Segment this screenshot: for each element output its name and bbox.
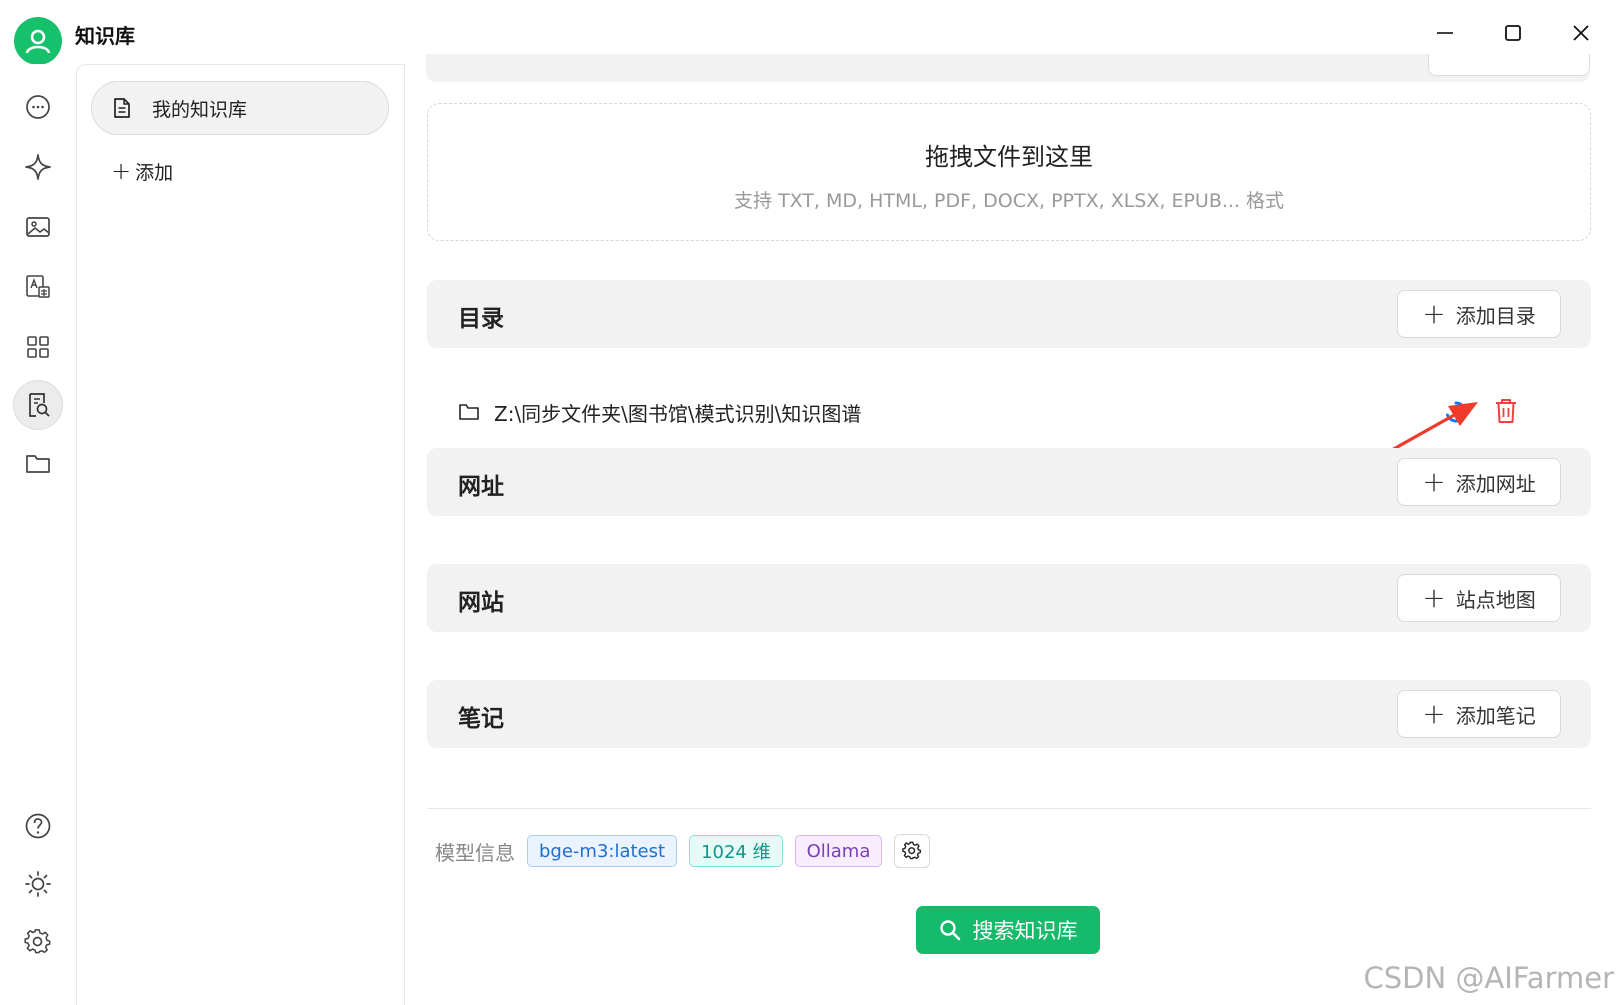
add-directory-button[interactable]: + 添加目录 (1397, 290, 1561, 338)
sparkle-icon (25, 154, 51, 180)
nav-knowledge-base[interactable] (13, 380, 63, 430)
folder-icon (26, 455, 50, 473)
plus-icon: + (1422, 581, 1446, 614)
notes-section-header: 笔记 + 添加笔记 (427, 680, 1591, 748)
plus-icon: + (1422, 465, 1446, 498)
model-info-row: 模型信息 bge-m3:latest 1024 维 Ollama (435, 834, 931, 868)
sitemap-label: 站点地图 (1455, 587, 1536, 612)
delete-directory-icon[interactable] (1494, 397, 1518, 425)
nav-files[interactable] (13, 438, 63, 488)
nav-theme[interactable] (13, 859, 63, 909)
file-dropzone[interactable]: 拖拽文件到这里 支持 TXT, MD, HTML, PDF, DOCX, PPT… (427, 103, 1591, 241)
nav-images[interactable] (13, 202, 63, 252)
help-icon (25, 813, 51, 839)
nav-rail (0, 64, 76, 1005)
nav-translate[interactable] (13, 262, 63, 312)
gear-icon (24, 929, 51, 954)
maximize-icon (1505, 25, 1521, 41)
image-icon (26, 217, 50, 237)
maximize-button[interactable] (1490, 14, 1536, 52)
notes-section-title: 笔记 (458, 706, 504, 732)
knowledge-content: 拖拽文件到这里 支持 TXT, MD, HTML, PDF, DOCX, PPT… (406, 54, 1620, 1005)
add-url-button[interactable]: + 添加网址 (1397, 458, 1561, 506)
document-icon (114, 98, 130, 118)
plus-icon: + (1422, 697, 1446, 730)
provider-tag: Ollama (794, 835, 883, 867)
directory-path: Z:\同步文件夹\图书馆\模式识别\知识图谱 (494, 401, 862, 426)
search-knowledge-button[interactable]: 搜索知识库 (916, 906, 1100, 954)
plus-icon: + (111, 157, 132, 185)
nav-chat[interactable] (13, 82, 63, 132)
model-info-label: 模型信息 (435, 840, 515, 865)
sitemap-button[interactable]: + 站点地图 (1397, 574, 1561, 622)
chat-bubble-icon (26, 95, 50, 119)
nav-settings[interactable] (13, 917, 63, 967)
folder-icon (459, 404, 479, 420)
knowledge-item-label: 我的知识库 (152, 98, 248, 121)
url-section-header: 网址 + 添加网址 (427, 448, 1591, 516)
scrolled-section-bottom (426, 54, 1590, 82)
dropzone-hint: 支持 TXT, MD, HTML, PDF, DOCX, PPTX, XLSX,… (733, 190, 1285, 212)
user-avatar-icon[interactable] (14, 17, 62, 65)
add-knowledge-label: 添加 (135, 161, 174, 184)
knowledge-item[interactable]: 我的知识库 (91, 81, 389, 135)
nav-apps[interactable] (13, 322, 63, 372)
plus-icon: + (1422, 297, 1446, 330)
search-knowledge-label: 搜索知识库 (972, 919, 1078, 943)
watermark: CSDN @AIFarmer (1363, 961, 1614, 995)
website-section-title: 网站 (458, 590, 504, 616)
model-settings-button[interactable] (894, 834, 931, 868)
window-title: 知识库 (75, 24, 135, 48)
add-note-label: 添加笔记 (1455, 703, 1536, 728)
url-section-title: 网址 (458, 474, 504, 500)
translate-icon (26, 275, 50, 298)
add-knowledge-button[interactable]: + 添加 (111, 157, 173, 185)
directory-section-title: 目录 (458, 306, 504, 332)
add-url-label: 添加网址 (1455, 471, 1536, 496)
nav-assistant[interactable] (13, 142, 63, 192)
directory-section-header: 目录 + 添加目录 (427, 280, 1591, 348)
website-section-header: 网站 + 站点地图 (427, 564, 1591, 632)
minimize-button[interactable] (1422, 14, 1468, 52)
nav-help[interactable] (13, 801, 63, 851)
search-icon (939, 920, 960, 941)
sun-icon (25, 871, 51, 897)
grid-icon (27, 336, 49, 358)
model-name-tag: bge-m3:latest (527, 835, 678, 867)
knowledge-search-icon (29, 393, 50, 417)
dimension-tag: 1024 维 (689, 835, 783, 867)
knowledge-list-panel: 我的知识库 + 添加 (76, 64, 405, 1005)
add-note-button[interactable]: + 添加笔记 (1397, 690, 1561, 738)
dropzone-title: 拖拽文件到这里 (925, 143, 1093, 171)
minimize-icon (1437, 32, 1453, 34)
add-directory-label: 添加目录 (1455, 303, 1536, 328)
close-button[interactable] (1558, 14, 1604, 52)
scrolled-section-button[interactable] (1428, 54, 1590, 76)
gear-icon (902, 841, 922, 860)
close-icon (1573, 25, 1589, 41)
divider (427, 808, 1591, 809)
